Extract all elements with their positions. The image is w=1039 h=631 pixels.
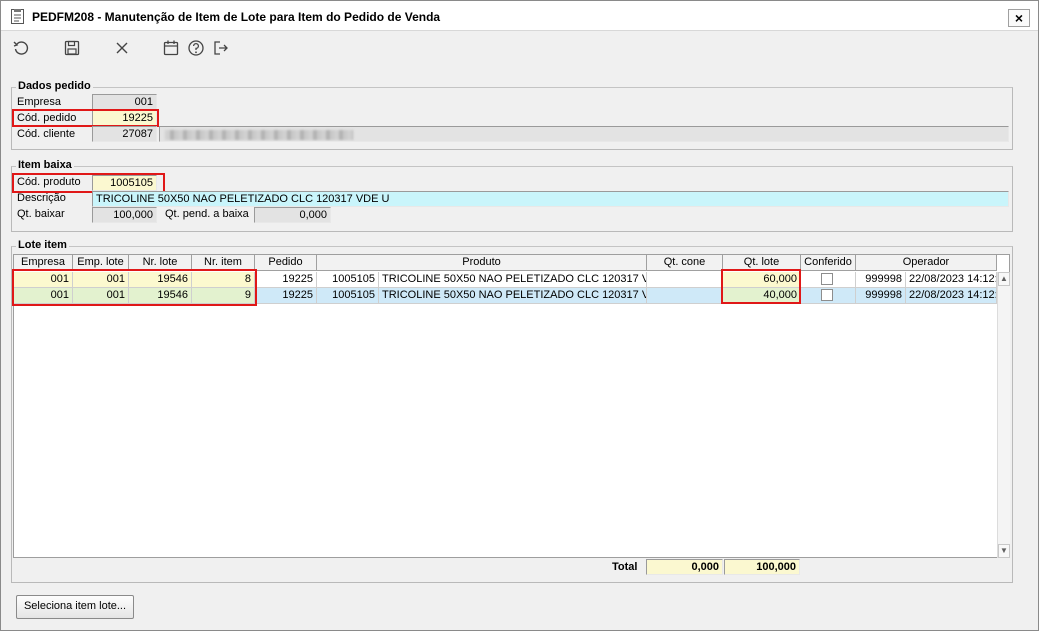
total-qt-cone: 0,000 (646, 559, 723, 575)
cell-qt-cone[interactable] (647, 272, 723, 288)
total-label: Total (612, 561, 638, 573)
title-bar: PEDFM208 - Manutenção de Item de Lote pa… (1, 1, 1038, 31)
close-button[interactable]: × (1008, 9, 1030, 27)
cancel-icon[interactable] (112, 38, 132, 58)
qt-pend-label: Qt. pend. a baixa (165, 208, 249, 220)
window-title: PEDFM208 - Manutenção de Item de Lote pa… (32, 10, 441, 24)
descricao-field[interactable]: TRICOLINE 50X50 NAO PELETIZADO CLC 12031… (92, 191, 1009, 207)
document-icon (11, 9, 24, 24)
calendar-icon[interactable] (161, 38, 181, 58)
highlight-qt-lote (721, 269, 801, 304)
cod-cliente-field[interactable]: 27087 (92, 126, 157, 142)
vertical-scrollbar[interactable]: ▲ ▼ (997, 272, 1010, 558)
save-icon[interactable] (62, 38, 82, 58)
cell-conferido[interactable] (801, 272, 856, 288)
cell-qt-cone[interactable] (647, 288, 723, 304)
cell-produto-cod[interactable]: 1005105 (317, 272, 379, 288)
col-header-pedido[interactable]: Pedido (255, 255, 317, 271)
highlight-cod-produto (12, 173, 165, 193)
dados-pedido-legend: Dados pedido (16, 80, 93, 92)
scroll-down-icon[interactable]: ▼ (998, 544, 1010, 558)
total-qt-lote: 100,000 (724, 559, 800, 575)
conferido-checkbox[interactable] (821, 273, 833, 285)
cell-pedido[interactable]: 19225 (255, 272, 317, 288)
refresh-icon[interactable] (11, 38, 31, 58)
cod-cliente-label: Cód. cliente (17, 128, 76, 140)
highlight-lote-columns (12, 269, 257, 306)
window: PEDFM208 - Manutenção de Item de Lote pa… (0, 0, 1039, 631)
qt-baixar-label: Qt. baixar (17, 208, 65, 220)
cell-operador-data[interactable]: 22/08/2023 14:12: (906, 272, 997, 288)
col-header-conferido[interactable]: Conferido (801, 255, 856, 271)
highlight-cod-pedido (12, 109, 159, 127)
lote-item-legend: Lote item (16, 239, 69, 251)
descricao-label: Descrição (17, 192, 66, 204)
cell-produto-cod[interactable]: 1005105 (317, 288, 379, 304)
cell-produto-desc[interactable]: TRICOLINE 50X50 NAO PELETIZADO CLC 12031… (379, 288, 647, 304)
cell-conferido[interactable] (801, 288, 856, 304)
conferido-checkbox[interactable] (821, 289, 833, 301)
toolbar (1, 32, 1038, 64)
item-baixa-legend: Item baixa (16, 159, 74, 171)
cell-produto-desc[interactable]: TRICOLINE 50X50 NAO PELETIZADO CLC 12031… (379, 272, 647, 288)
cell-operador-cod[interactable]: 999998 (856, 288, 906, 304)
help-icon[interactable] (186, 38, 206, 58)
cliente-name-field[interactable] (159, 126, 1009, 142)
col-header-qt-cone[interactable]: Qt. cone (647, 255, 723, 271)
col-header-operador[interactable]: Operador (856, 255, 997, 271)
scroll-up-icon[interactable]: ▲ (998, 272, 1010, 286)
empresa-label: Empresa (17, 96, 62, 108)
empresa-field[interactable]: 001 (92, 94, 157, 110)
exit-icon[interactable] (211, 38, 231, 58)
qt-baixar-field[interactable]: 100,000 (92, 207, 157, 223)
qt-pend-field[interactable]: 0,000 (254, 207, 331, 223)
cell-operador-cod[interactable]: 999998 (856, 272, 906, 288)
cell-operador-data[interactable]: 22/08/2023 14:12: (906, 288, 997, 304)
seleciona-item-lote-button[interactable]: Seleciona item lote... (16, 595, 134, 619)
cell-pedido[interactable]: 19225 (255, 288, 317, 304)
col-header-produto[interactable]: Produto (317, 255, 647, 271)
redacted-client-name (165, 130, 353, 140)
